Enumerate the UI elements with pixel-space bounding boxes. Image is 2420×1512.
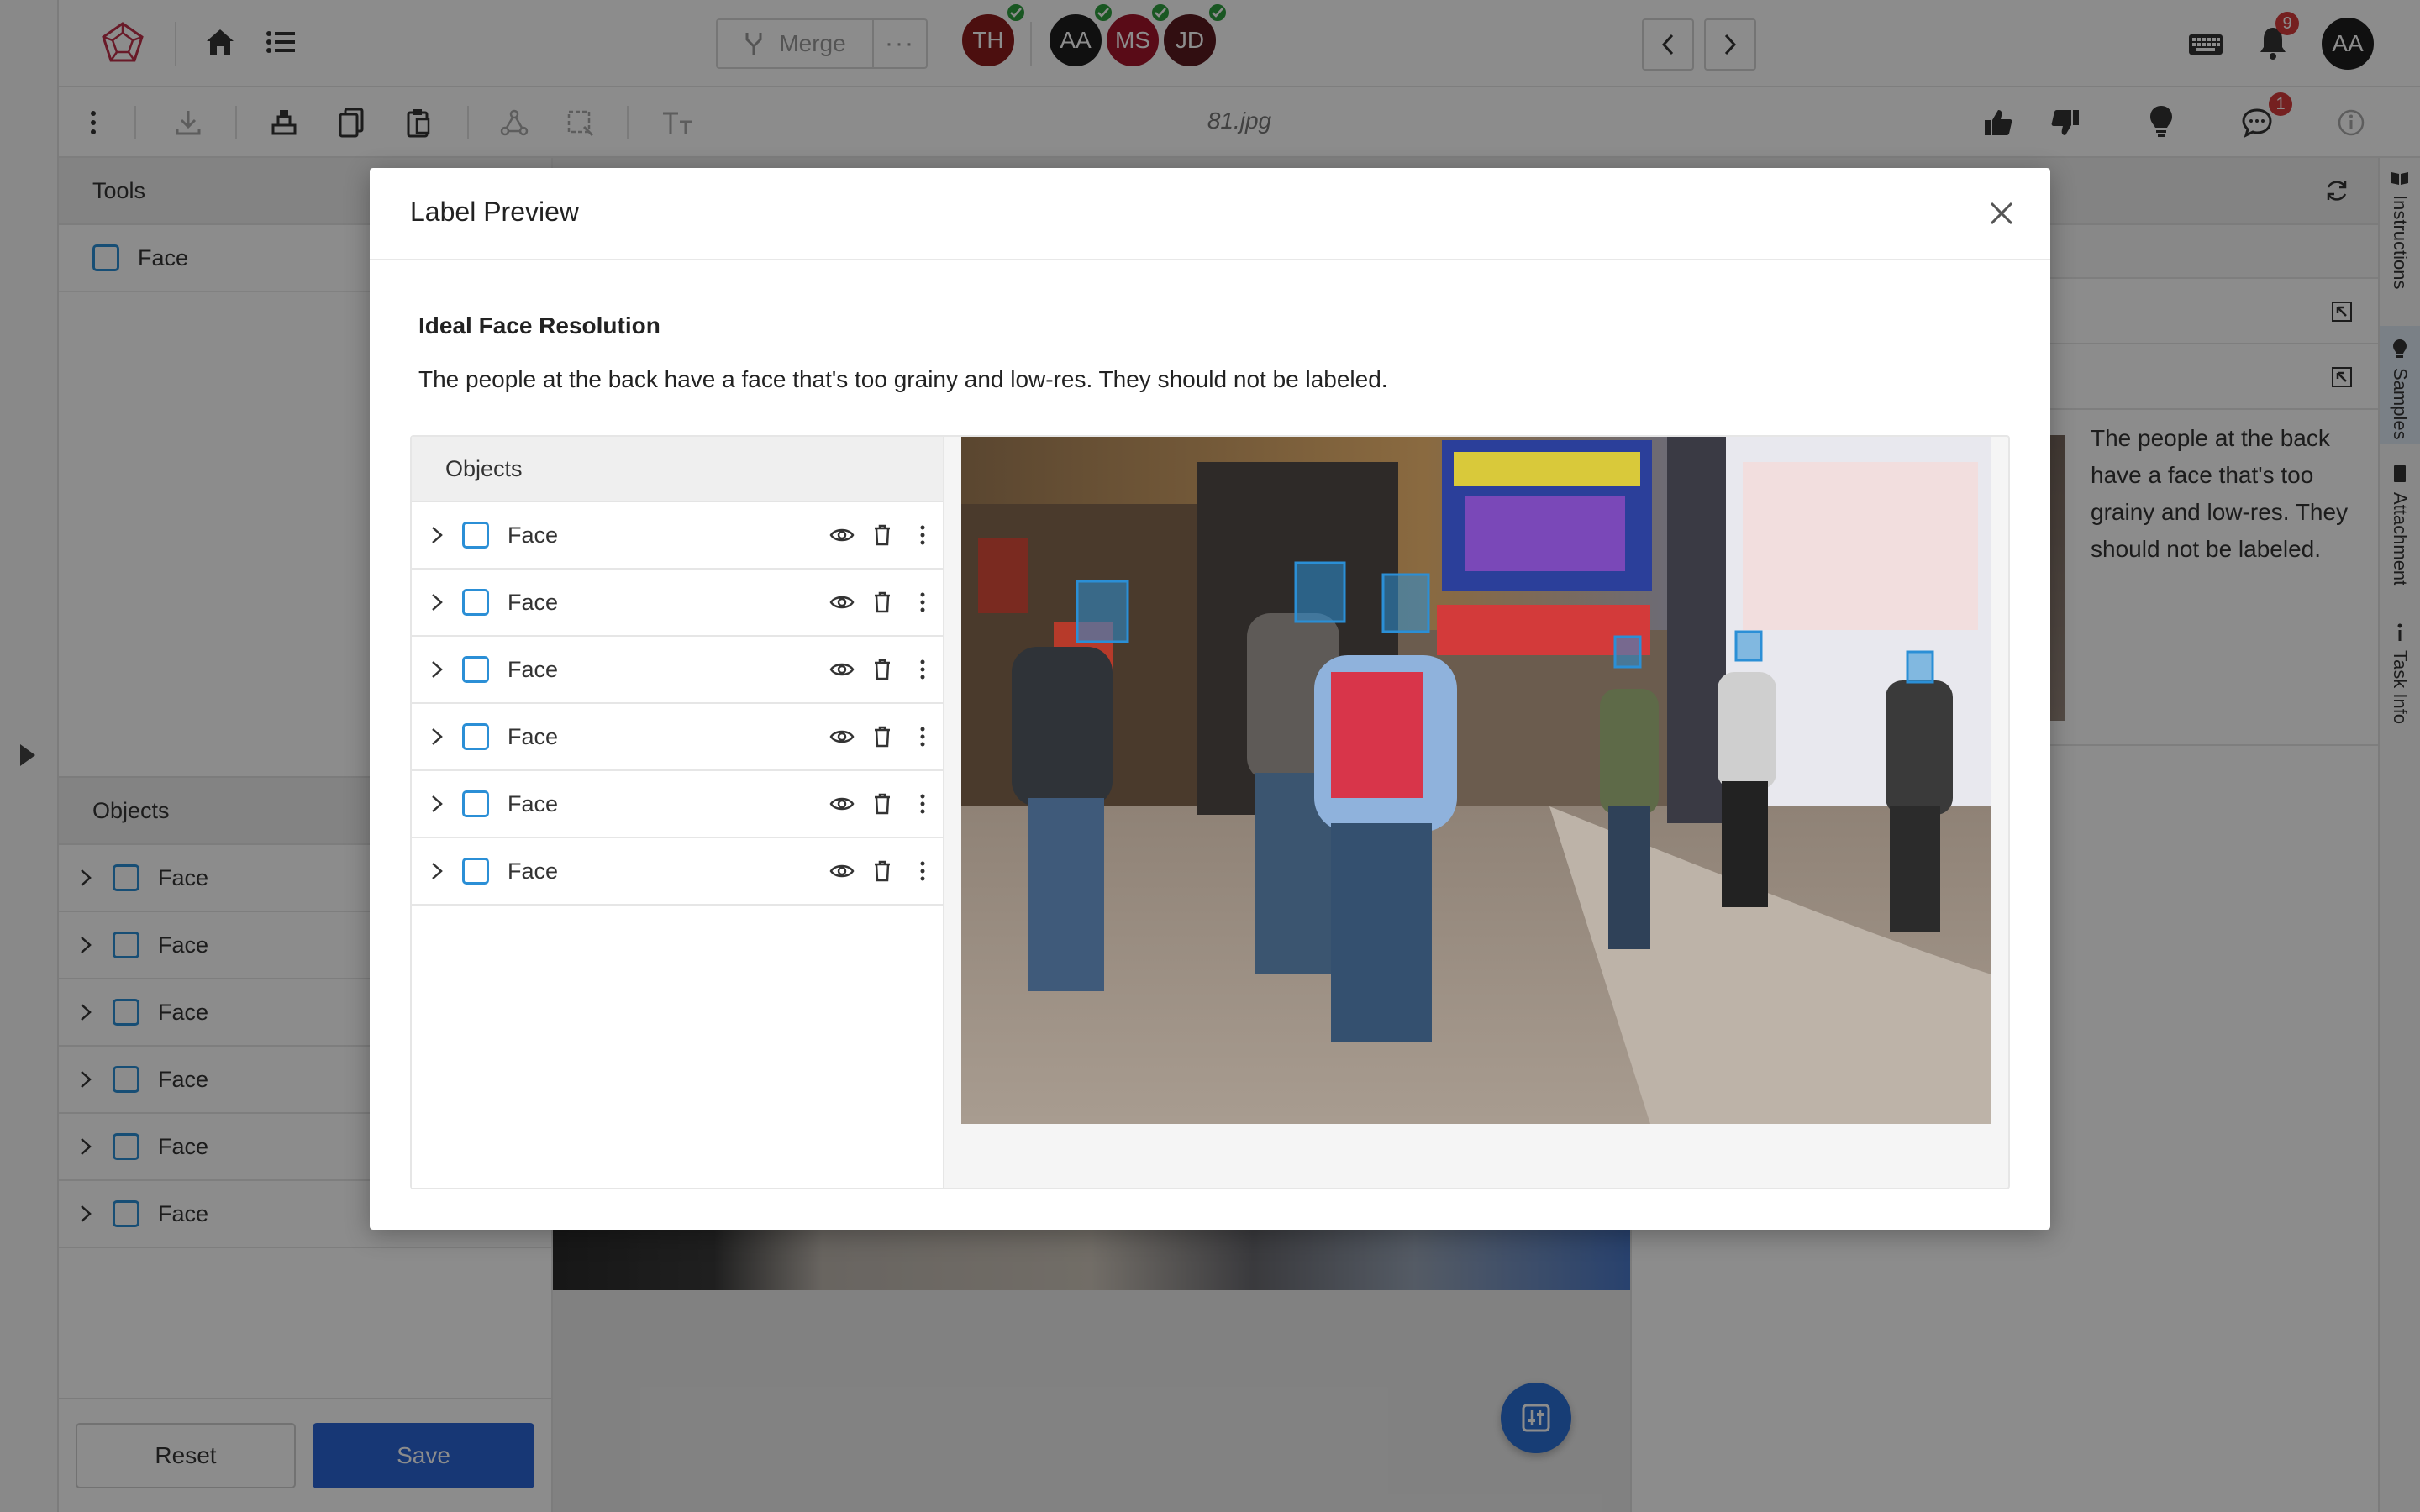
trash-icon[interactable] (862, 787, 902, 821)
eye-icon[interactable] (822, 653, 862, 686)
preview-objects-panel: Objects Face Face Face Face Face Face (412, 437, 944, 1188)
object-label: Face (508, 656, 559, 682)
more-vertical-icon[interactable] (902, 518, 943, 552)
object-checkbox[interactable] (462, 656, 489, 683)
trash-icon[interactable] (862, 720, 902, 753)
eye-icon[interactable] (822, 518, 862, 552)
preview-object-row[interactable]: Face (412, 838, 943, 906)
street-scene-photo (961, 437, 1991, 1124)
chevron-right-icon[interactable] (429, 659, 445, 680)
trash-icon[interactable] (862, 518, 902, 552)
object-checkbox[interactable] (462, 589, 489, 616)
object-checkbox[interactable] (462, 522, 489, 549)
label-preview-modal: Label Preview Ideal Face Resolution The … (370, 168, 2050, 1230)
trash-icon[interactable] (862, 585, 902, 619)
face-bbox (1381, 573, 1430, 633)
preview-container: Objects Face Face Face Face Face Face (410, 435, 2010, 1189)
more-vertical-icon[interactable] (902, 653, 943, 686)
chevron-right-icon[interactable] (429, 794, 445, 814)
face-bbox (1294, 561, 1346, 623)
face-bbox (1734, 630, 1763, 662)
modal-header (370, 168, 2050, 260)
object-checkbox[interactable] (462, 790, 489, 817)
eye-icon[interactable] (822, 787, 862, 821)
object-checkbox[interactable] (462, 858, 489, 885)
object-label: Face (508, 858, 559, 884)
preview-objects-title: Objects (412, 437, 943, 502)
chevron-right-icon[interactable] (429, 525, 445, 545)
face-bbox (1906, 650, 1934, 684)
preview-object-row[interactable]: Face (412, 570, 943, 637)
trash-icon[interactable] (862, 653, 902, 686)
eye-icon[interactable] (822, 720, 862, 753)
more-vertical-icon[interactable] (902, 787, 943, 821)
chevron-right-icon[interactable] (429, 861, 445, 881)
more-vertical-icon[interactable] (902, 585, 943, 619)
preview-object-row[interactable]: Face (412, 704, 943, 771)
face-bbox (1076, 580, 1129, 643)
object-label: Face (508, 723, 559, 749)
sample-title: Ideal Face Resolution (418, 312, 660, 339)
eye-icon[interactable] (822, 854, 862, 888)
preview-object-row[interactable]: Face (412, 637, 943, 704)
more-vertical-icon[interactable] (902, 854, 943, 888)
trash-icon[interactable] (862, 854, 902, 888)
preview-image (961, 437, 1991, 1124)
object-label: Face (508, 522, 559, 548)
more-vertical-icon[interactable] (902, 720, 943, 753)
preview-object-row[interactable]: Face (412, 502, 943, 570)
preview-object-row[interactable]: Face (412, 771, 943, 838)
chevron-right-icon[interactable] (429, 727, 445, 747)
chevron-right-icon[interactable] (429, 592, 445, 612)
object-label: Face (508, 790, 559, 816)
object-label: Face (508, 589, 559, 615)
close-icon[interactable] (1986, 198, 2017, 228)
eye-icon[interactable] (822, 585, 862, 619)
object-checkbox[interactable] (462, 723, 489, 750)
face-bbox (1613, 635, 1642, 669)
sample-description: The people at the back have a face that'… (418, 366, 1388, 392)
modal-title: Label Preview (410, 197, 579, 227)
